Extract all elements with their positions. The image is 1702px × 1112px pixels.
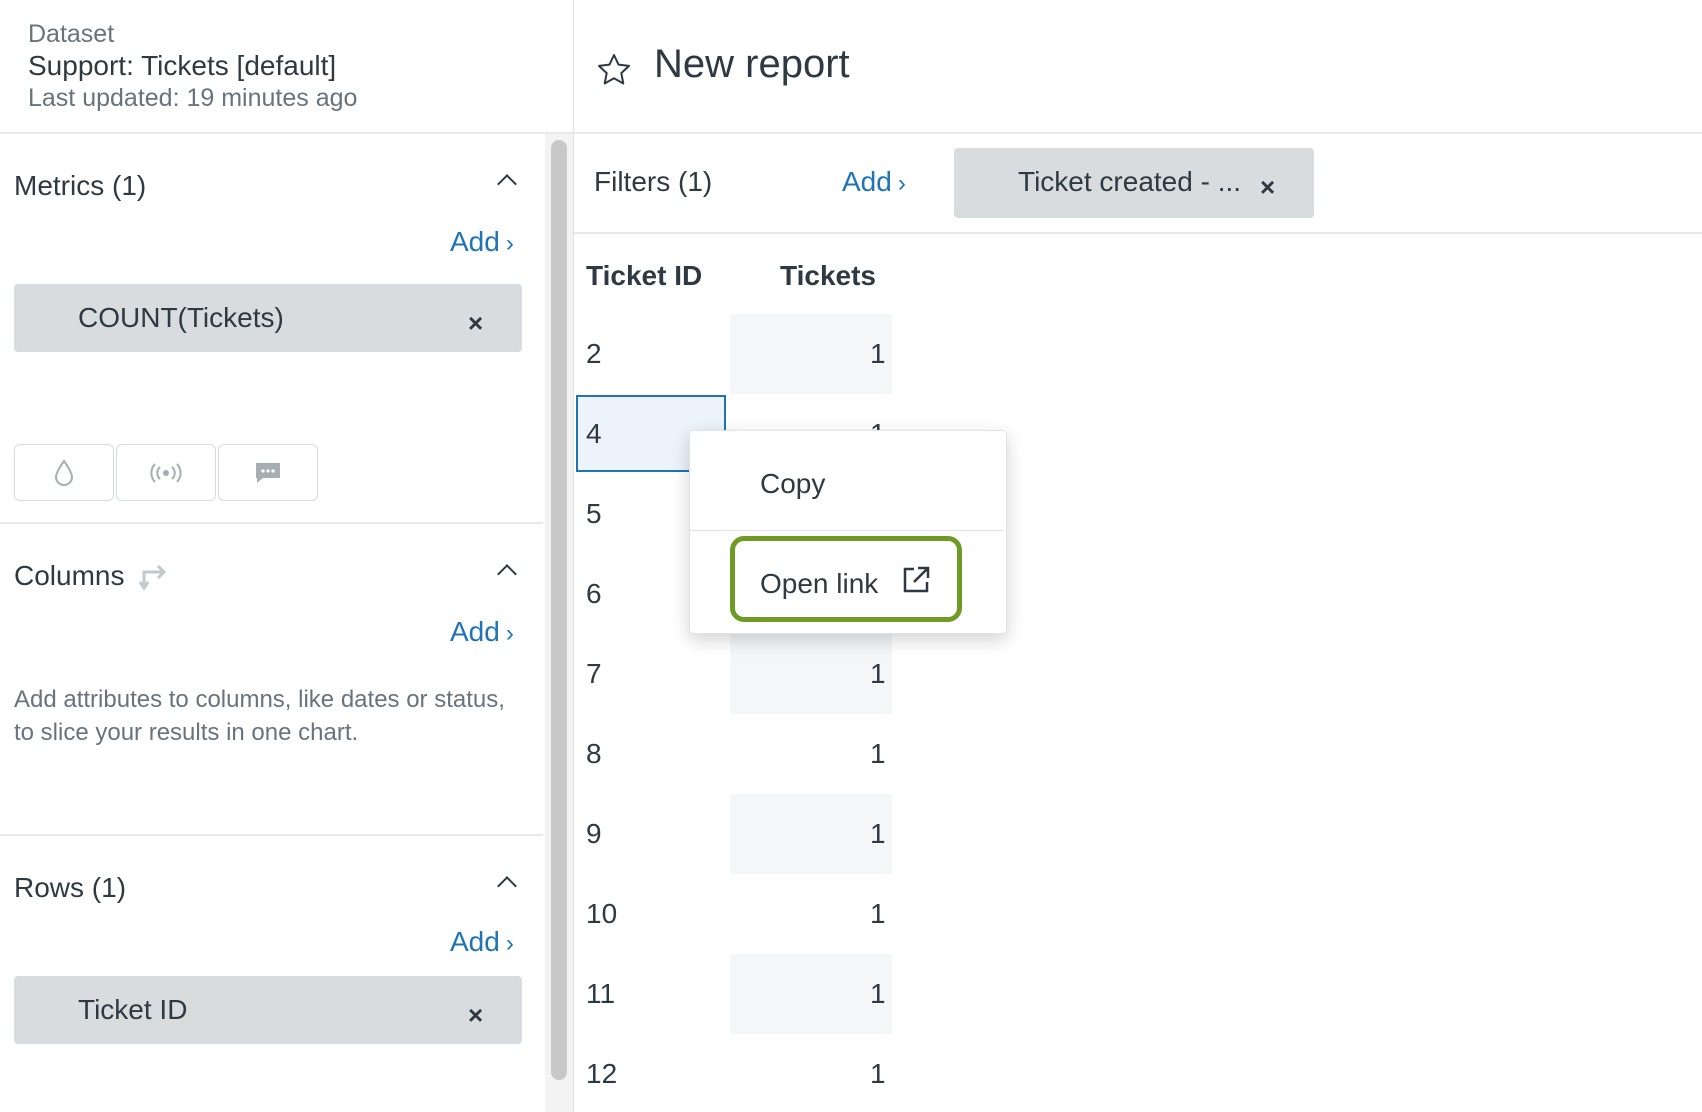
broadcast-icon — [150, 462, 182, 483]
context-menu-copy[interactable]: Copy — [760, 468, 825, 500]
chevron-up-icon[interactable] — [497, 174, 517, 194]
comment-icon-button[interactable] — [218, 444, 318, 501]
remove-metric-close-icon[interactable]: × — [468, 308, 483, 339]
table-row-value[interactable]: 1 — [870, 818, 886, 850]
rows-add-label: Add — [450, 926, 500, 957]
dataset-name[interactable]: Support: Tickets [default] — [28, 50, 336, 82]
section-divider — [0, 834, 543, 836]
dataset-last-updated: Last updated: 19 minutes ago — [28, 84, 358, 112]
chevron-right-icon: › — [505, 620, 514, 647]
table-row-value[interactable]: 1 — [870, 738, 886, 770]
column-header-ticket-id[interactable]: Ticket ID — [586, 260, 702, 292]
comment-icon — [256, 462, 280, 483]
table-row-id[interactable]: 12 — [586, 1058, 617, 1090]
drop-icon — [54, 458, 74, 486]
row-pill-label: Ticket ID — [78, 994, 188, 1025]
drop-icon-button[interactable] — [14, 444, 114, 501]
star-icon[interactable] — [596, 52, 632, 88]
value-cell-stripe — [730, 634, 892, 714]
columns-add-label: Add — [450, 616, 500, 647]
value-cell-stripe — [730, 314, 892, 394]
dataset-label: Dataset — [28, 20, 115, 48]
metrics-add-label: Add — [450, 226, 500, 257]
filters-divider — [574, 232, 1702, 234]
table-row-value[interactable]: 1 — [870, 338, 886, 370]
remove-row-close-icon[interactable]: × — [468, 1000, 483, 1031]
swap-icon[interactable] — [138, 560, 172, 592]
table-row-id[interactable]: 10 — [586, 898, 617, 930]
metrics-add-button[interactable]: Add › — [450, 226, 514, 258]
context-menu-open-link[interactable]: Open link — [760, 568, 878, 600]
broadcast-icon-button[interactable] — [116, 444, 216, 501]
metric-pill-label: COUNT(Tickets) — [78, 302, 284, 333]
metrics-section-title: Metrics (1) — [14, 170, 147, 201]
table-row-id[interactable]: 11 — [586, 978, 615, 1010]
table-row-id[interactable]: 9 — [586, 818, 602, 850]
table-row-value[interactable]: 1 — [870, 978, 886, 1010]
chevron-right-icon: › — [505, 230, 514, 257]
column-header-tickets[interactable]: Tickets — [780, 260, 876, 292]
remove-filter-close-icon[interactable]: × — [1260, 172, 1275, 203]
table-row-value[interactable]: 1 — [870, 898, 886, 930]
table-row-id[interactable]: 4 — [586, 418, 602, 450]
external-link-icon — [903, 566, 930, 593]
filter-pill-label: Ticket created - ... — [1018, 166, 1242, 197]
columns-section-title: Columns — [14, 560, 125, 591]
panel-divider — [573, 0, 574, 1112]
table-row-id[interactable]: 2 — [586, 338, 602, 370]
filters-add-button[interactable]: Add › — [842, 166, 906, 198]
table-row-id[interactable]: 8 — [586, 738, 602, 770]
value-cell-stripe — [730, 954, 892, 1034]
table-row-id[interactable]: 7 — [586, 658, 602, 690]
report-title[interactable]: New report — [654, 42, 850, 87]
filters-title: Filters (1) — [594, 166, 713, 197]
section-divider — [0, 522, 543, 524]
value-cell-stripe — [730, 794, 892, 874]
table-row-value[interactable]: 1 — [870, 1058, 886, 1090]
left-panel-scrollbar-thumb[interactable] — [551, 140, 567, 1080]
context-menu-separator — [690, 530, 1004, 531]
table-row-id[interactable]: 6 — [586, 578, 602, 610]
table-row-value[interactable]: 1 — [870, 658, 886, 690]
header-divider — [0, 132, 1702, 134]
chevron-up-icon[interactable] — [497, 876, 517, 896]
columns-hint: Add attributes to columns, like dates or… — [14, 686, 505, 746]
chevron-right-icon: › — [897, 170, 906, 197]
rows-section-title: Rows (1) — [14, 872, 127, 903]
columns-add-button[interactable]: Add › — [450, 616, 514, 648]
rows-add-button[interactable]: Add › — [450, 926, 514, 958]
table-row-id[interactable]: 5 — [586, 498, 602, 530]
chevron-up-icon[interactable] — [497, 564, 517, 584]
filters-add-label: Add — [842, 166, 892, 197]
chevron-right-icon: › — [505, 930, 514, 957]
